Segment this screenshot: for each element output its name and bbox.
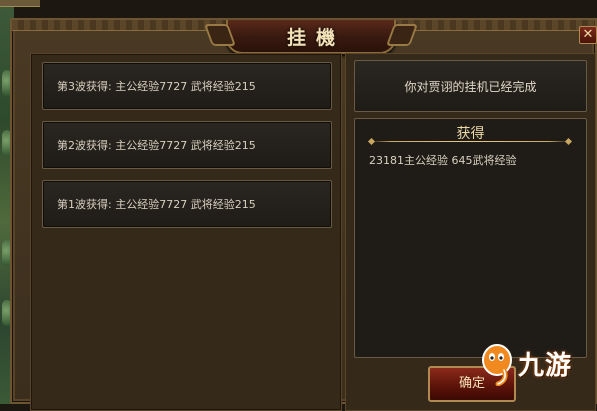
- watermark-text: 九游: [518, 350, 573, 381]
- watermark: 九游: [478, 338, 590, 388]
- reward-title: 获得: [456, 126, 485, 142]
- wave-row-text: 第2波获得: 主公经验7727 武将经验215: [57, 139, 256, 152]
- wave-row: 第3波获得: 主公经验7727 武将经验215: [42, 62, 332, 110]
- completion-message-box: 你对贾诩的挂机已经完成: [354, 60, 587, 112]
- dialog-title: 挂機: [286, 26, 345, 49]
- game-hud-strip: [0, 0, 40, 7]
- wave-row: 第2波获得: 主公经验7727 武将经验215: [42, 121, 332, 169]
- close-icon: ✕: [582, 27, 594, 42]
- jiuyou-logo-icon: [478, 342, 516, 387]
- ornament-divider: [371, 141, 569, 142]
- wave-row-text: 第1波获得: 主公经验7727 武将经验215: [57, 198, 256, 211]
- completion-message: 你对贾诩的挂机已经完成: [404, 79, 537, 94]
- wave-row: 第1波获得: 主公经验7727 武将经验215: [42, 180, 332, 228]
- wave-row-text: 第3波获得: 主公经验7727 武将经验215: [57, 80, 256, 93]
- close-button[interactable]: ✕: [579, 26, 597, 44]
- reward-summary: 23181主公经验 645武将经验: [369, 154, 517, 167]
- reward-box: 获得 23181主公经验 645武将经验: [354, 118, 587, 358]
- wave-list-panel: 第3波获得: 主公经验7727 武将经验215 第2波获得: 主公经验7727 …: [30, 53, 342, 411]
- title-plate: 挂機: [226, 20, 396, 54]
